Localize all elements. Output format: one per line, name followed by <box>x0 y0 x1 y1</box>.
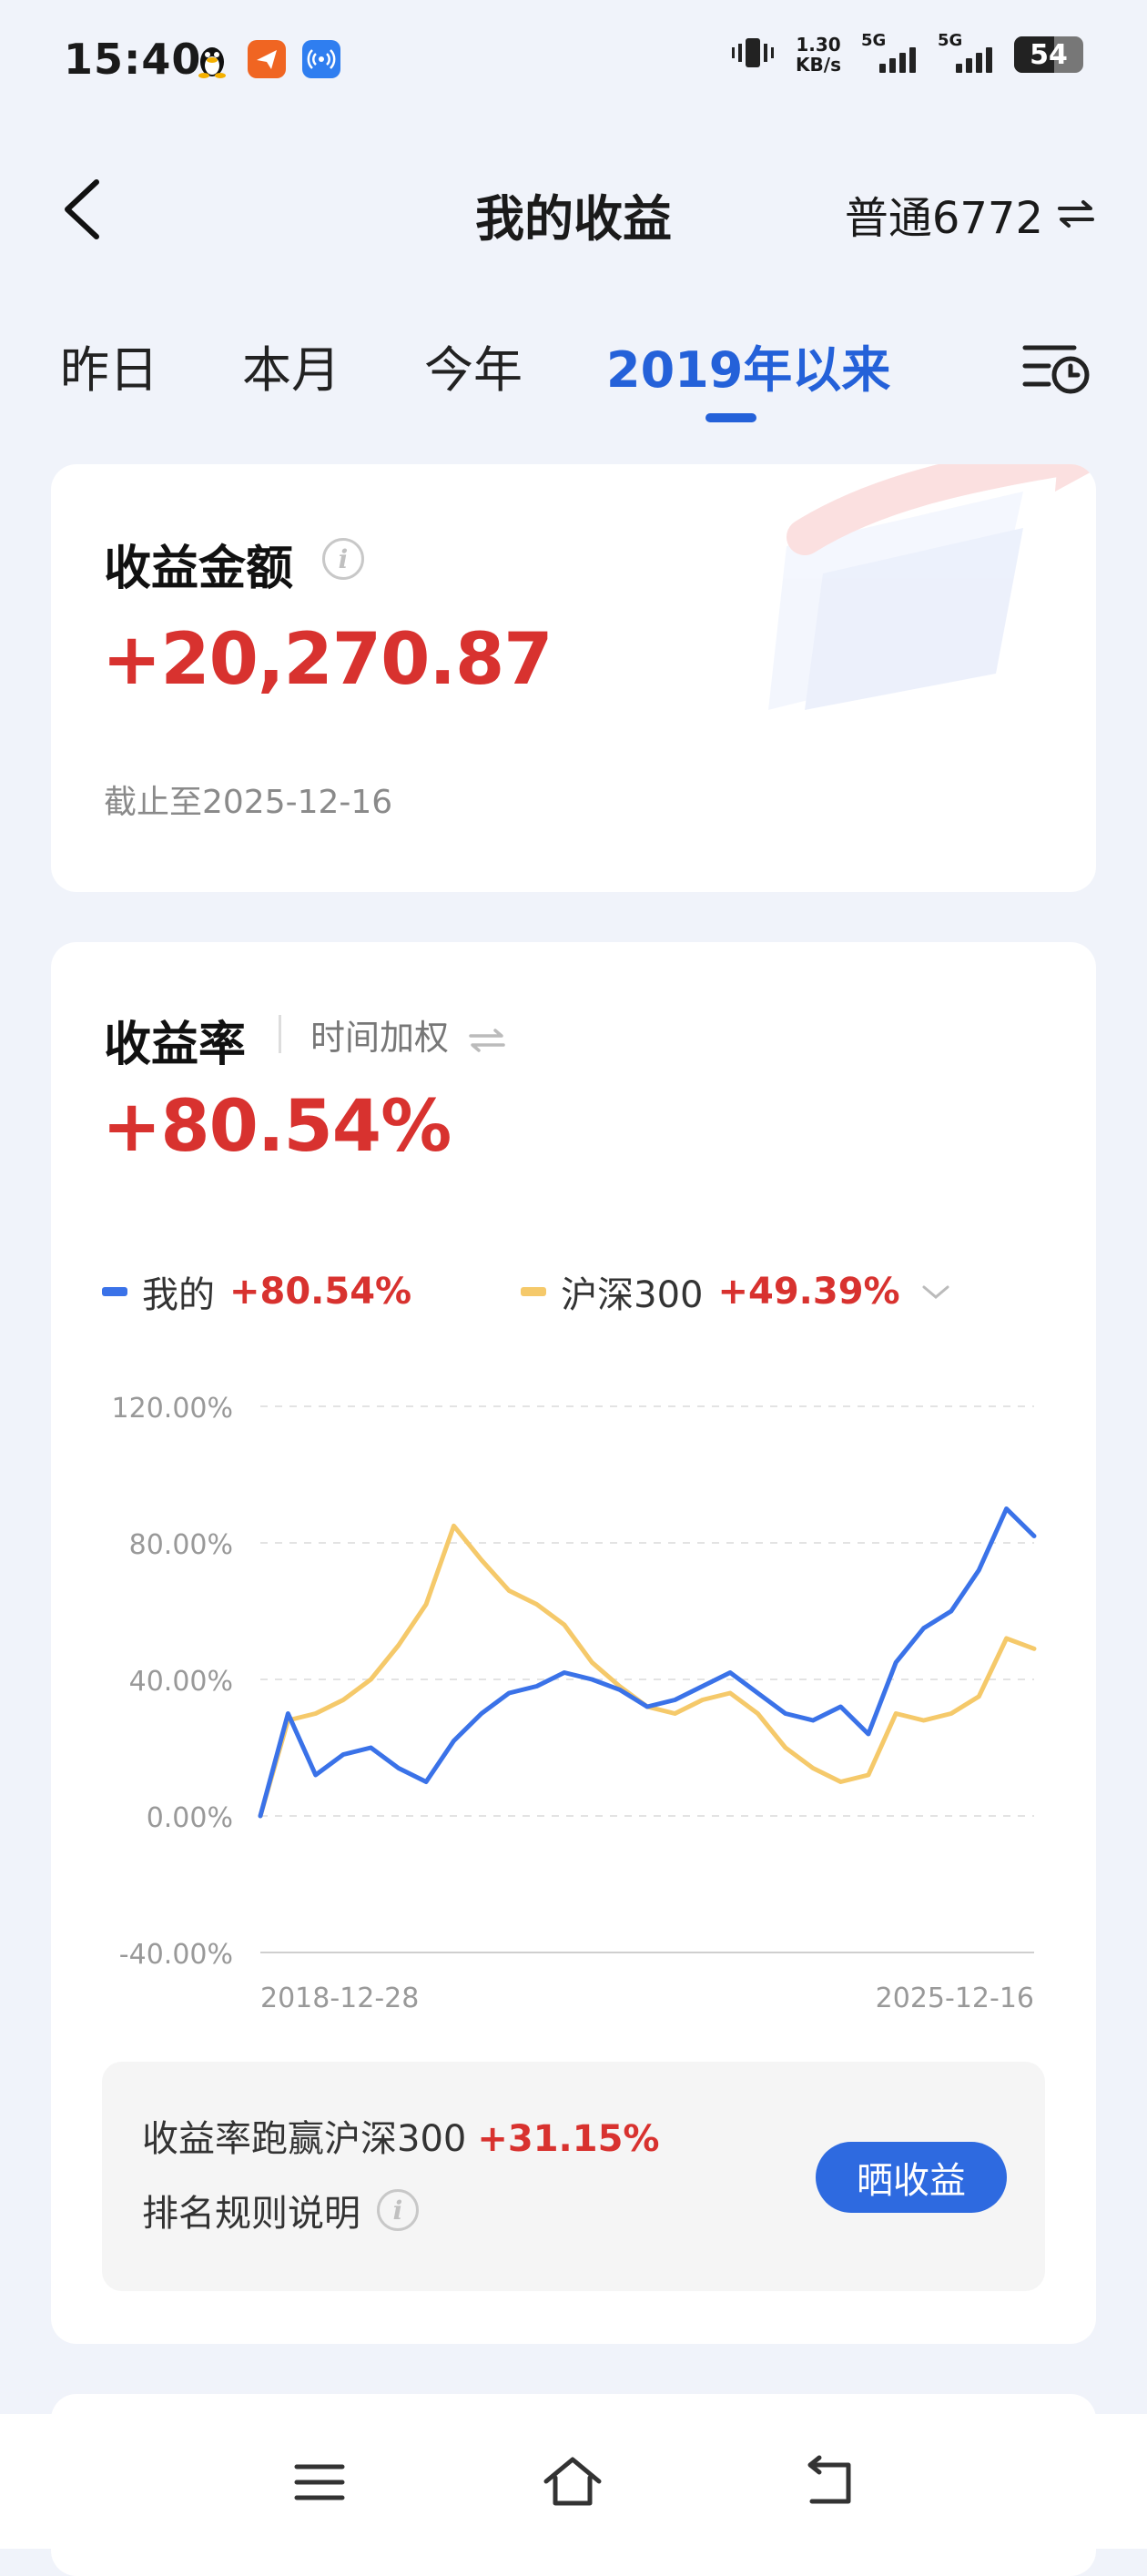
system-nav-bar <box>0 2414 1147 2549</box>
net-speed-unit: KB/s <box>796 54 841 76</box>
y-tick-label: 120.00% <box>112 1393 233 1425</box>
x-start-label: 2018-12-28 <box>260 1983 419 2014</box>
legend-mine-value: +80.54% <box>229 1271 412 1313</box>
legend-mine-label: 我的 <box>142 1274 215 1316</box>
weighting-toggle[interactable]: 时间加权 <box>310 1009 507 1060</box>
battery-level: 54 <box>1030 38 1068 71</box>
info-icon: i <box>377 2189 419 2231</box>
return-chart: 120.00% 80.00% 40.00% 0.00% -40.00% 2018-12-2… <box>112 1393 1037 2014</box>
status-time: 15:40 <box>64 35 202 84</box>
y-tick-label: 40.00% <box>129 1666 233 1698</box>
return-rate-value: +80.54% <box>102 1086 452 1168</box>
as-of-date: 截止至2025-12-16 <box>104 784 393 821</box>
chevron-down-icon[interactable] <box>920 1282 951 1302</box>
signal-strength-1: 5G <box>861 31 918 73</box>
tab-yesterday[interactable]: 昨日 <box>60 330 158 401</box>
swap-arrows-icon <box>469 1028 505 1052</box>
y-tick-label: 80.00% <box>129 1529 233 1561</box>
weighting-label: 时间加权 <box>310 1018 450 1058</box>
ranking-rules-label: 排名规则说明 <box>142 2193 360 2235</box>
menu-button[interactable] <box>288 2450 351 2514</box>
signal-strength-2: 5G <box>938 31 994 73</box>
ranking-rules-link[interactable]: 排名规则说明 i <box>142 2184 419 2236</box>
swap-arrows-icon <box>1058 200 1094 228</box>
home-button[interactable] <box>541 2450 604 2514</box>
outperform-value: +31.15% <box>477 2118 660 2160</box>
account-switch[interactable]: 普通6772 <box>845 182 1096 246</box>
series-line-mine <box>258 1506 1037 1819</box>
list-clock-icon <box>1022 345 1090 394</box>
period-tabs: 昨日 本月 今年 2019年以来 <box>0 319 1147 428</box>
outperform-text: 收益率跑赢沪深300 +31.15% <box>142 2109 659 2162</box>
status-bar: 15:40 1.30 KB/s 5G 5G 54 <box>0 0 1147 127</box>
growth-illustration <box>768 464 1096 710</box>
title-divider <box>279 1015 281 1053</box>
return-rate-card: 收益率 时间加权 +80.54% 我的 +80.54% 沪深300 +49.39… <box>51 942 1096 2344</box>
x-end-label: 2025-12-16 <box>876 1983 1034 2014</box>
legend-csi300-label: 沪深300 <box>561 1274 704 1316</box>
page-header: 我的收益 普通6772 <box>0 164 1147 264</box>
vibrate-icon <box>730 35 776 75</box>
legend-swatch-csi300 <box>521 1287 547 1296</box>
info-icon[interactable]: i <box>322 538 364 580</box>
back-arrow-icon <box>807 2455 851 2504</box>
signal-2-label: 5G <box>938 31 963 50</box>
return-rate-title: 收益率 <box>104 1018 247 1072</box>
legend-swatch-mine <box>102 1287 127 1296</box>
legend-csi300-value: +49.39% <box>717 1271 900 1313</box>
status-app-icons <box>193 40 340 78</box>
series-line-csi300 <box>258 1523 1037 1819</box>
tab-this-month[interactable]: 本月 <box>242 330 340 401</box>
y-tick-label: -40.00% <box>119 1939 233 1971</box>
net-speed-value: 1.30 <box>796 34 841 56</box>
send-arrow-icon <box>248 40 286 78</box>
chart-legend: 我的 +80.54% 沪深300 +49.39% <box>102 1265 951 1318</box>
back-nav-button[interactable] <box>797 2450 861 2514</box>
qq-penguin-icon <box>193 40 231 78</box>
signal-1-label: 5G <box>861 31 887 50</box>
home-icon <box>543 2457 602 2506</box>
active-tab-indicator <box>705 413 756 422</box>
share-returns-button[interactable]: 晒收益 <box>816 2142 1007 2213</box>
tab-this-year[interactable]: 今年 <box>424 330 523 401</box>
profit-amount-card: 收益金额 i +20,270.87 截止至2025-12-16 <box>51 464 1096 892</box>
profit-amount-value: +20,270.87 <box>102 619 553 701</box>
broadcast-icon <box>302 40 340 78</box>
hamburger-icon <box>294 2464 345 2500</box>
battery-indicator: 54 <box>1014 36 1083 73</box>
outperform-label: 收益率跑赢沪深300 <box>142 2118 467 2160</box>
net-speed: 1.30 KB/s <box>796 35 841 75</box>
profit-amount-title: 收益金额 <box>104 542 294 596</box>
history-button[interactable] <box>1020 335 1092 399</box>
account-label: 普通6772 <box>844 193 1043 244</box>
summary-panel: 收益率跑赢沪深300 +31.15% 排名规则说明 i 晒收益 <box>102 2062 1045 2291</box>
tab-since-2019[interactable]: 2019年以来 <box>606 330 890 401</box>
y-tick-label: 0.00% <box>147 1802 233 1834</box>
